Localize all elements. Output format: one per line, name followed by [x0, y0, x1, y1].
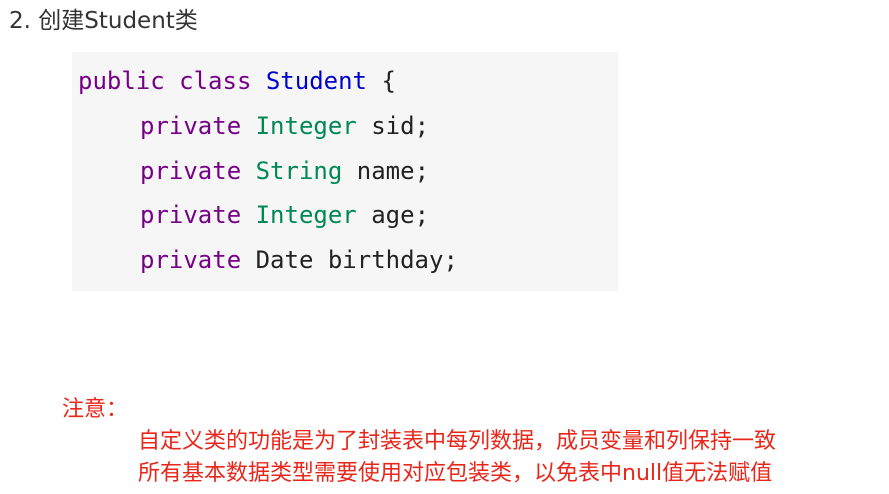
field-type: Date	[255, 246, 314, 274]
note-title: 注意：	[62, 397, 129, 422]
section-heading: 2. 创建Student类	[9, 8, 198, 34]
field-type: String	[255, 157, 343, 185]
field-name: sid;	[371, 112, 430, 140]
field-line-birthday: private Date birthday;	[78, 245, 458, 275]
keyword-class: class	[179, 67, 252, 95]
field-type: Integer	[255, 201, 357, 229]
field-modifier: private	[140, 157, 242, 185]
field-line-name: private String name;	[78, 156, 429, 186]
note-line-2: 所有基本数据类型需要使用对应包装类，以免表中null值无法赋值	[138, 461, 773, 486]
field-modifier: private	[140, 201, 242, 229]
class-declaration-line: public class Student {	[78, 66, 396, 96]
field-name: birthday;	[327, 246, 458, 274]
note-line-1: 自定义类的功能是为了封装表中每列数据，成员变量和列保持一致	[138, 429, 777, 454]
field-type: Integer	[255, 112, 357, 140]
field-modifier: private	[140, 246, 242, 274]
field-modifier: private	[140, 112, 242, 140]
field-line-age: private Integer age;	[78, 200, 429, 230]
open-brace: {	[381, 67, 396, 95]
field-name: age;	[371, 201, 430, 229]
code-block: public class Student { private Integer s…	[72, 52, 618, 291]
field-line-sid: private Integer sid;	[78, 111, 429, 141]
field-name: name;	[356, 157, 430, 185]
class-name: Student	[265, 67, 368, 95]
keyword-public: public	[78, 67, 165, 95]
